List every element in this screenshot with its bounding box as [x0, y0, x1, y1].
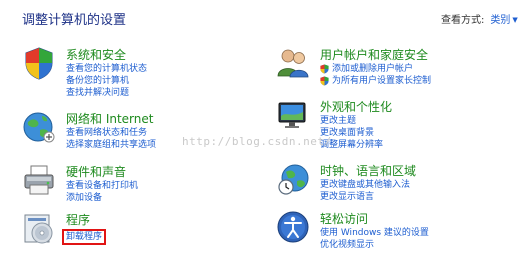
category-title[interactable]: 程序: [66, 211, 90, 228]
view-by-dropdown[interactable]: 类别: [490, 15, 510, 26]
printer-icon[interactable]: [22, 163, 56, 197]
uac-shield-icon: [320, 76, 329, 86]
link-add-device[interactable]: 添加设备: [66, 192, 138, 204]
category-title[interactable]: 外观和个性化: [320, 98, 392, 115]
chevron-down-icon[interactable]: ▼: [512, 16, 517, 24]
link-windows-recommended-settings[interactable]: 使用 Windows 建议的设置: [320, 227, 429, 239]
category-user-accounts: 用户帐户和家庭安全 添加或删除用户帐户 为所有用户设置家长控制: [276, 46, 516, 86]
link-view-devices-printers[interactable]: 查看设备和打印机: [66, 180, 138, 192]
link-homegroup-sharing[interactable]: 选择家庭组和共享选项: [66, 139, 156, 151]
category-ease-of-access: 轻松访问 使用 Windows 建议的设置 优化视频显示: [276, 210, 516, 250]
category-clock-language-region: 时钟、语言和区域 更改键盘或其他输入法 更改显示语言: [276, 162, 516, 202]
clock-globe-icon[interactable]: [276, 162, 310, 196]
link-change-display-language[interactable]: 更改显示语言: [320, 191, 410, 203]
category-title[interactable]: 轻松访问: [320, 210, 368, 227]
link-view-computer-status[interactable]: 查看您的计算机状态: [66, 63, 147, 75]
users-icon[interactable]: [276, 46, 310, 80]
category-title[interactable]: 网络和 Internet: [66, 110, 153, 127]
category-hardware-sound: 硬件和声音 查看设备和打印机 添加设备: [22, 163, 252, 203]
link-change-theme[interactable]: 更改主题: [320, 115, 383, 127]
link-label: 添加或删除用户帐户: [332, 64, 414, 74]
link-backup-computer[interactable]: 备份您的计算机: [66, 75, 147, 87]
watermark-text: http://blog.csdn.net/: [182, 135, 332, 148]
link-view-network-status[interactable]: 查看网络状态和任务: [66, 127, 156, 139]
globe-network-icon[interactable]: [22, 110, 56, 144]
category-programs: 程序 卸载程序: [22, 211, 252, 251]
monitor-icon[interactable]: [276, 98, 310, 132]
category-system-security: 系统和安全 查看您的计算机状态 备份您的计算机 查找并解决问题: [22, 46, 252, 99]
programs-disc-icon[interactable]: [22, 211, 56, 245]
uac-shield-icon: [320, 64, 329, 74]
category-title[interactable]: 硬件和声音: [66, 163, 126, 180]
category-title[interactable]: 用户帐户和家庭安全: [320, 46, 428, 63]
link-add-remove-accounts[interactable]: 添加或删除用户帐户: [320, 63, 431, 75]
page-title: 调整计算机的设置: [22, 13, 127, 28]
view-by-label: 查看方式:: [441, 15, 485, 26]
link-uninstall-program[interactable]: 卸载程序: [62, 229, 107, 245]
link-change-keyboard-input[interactable]: 更改键盘或其他输入法: [320, 179, 410, 191]
link-label: 为所有用户设置家长控制: [332, 76, 432, 86]
shield-icon[interactable]: [22, 46, 56, 80]
link-optimize-visual-display[interactable]: 优化视频显示: [320, 239, 429, 251]
link-parental-controls[interactable]: 为所有用户设置家长控制: [320, 75, 431, 87]
link-find-fix-problems[interactable]: 查找并解决问题: [66, 87, 147, 99]
view-by-control: 查看方式: 类别 ▼: [441, 11, 518, 26]
accessibility-icon[interactable]: [276, 210, 310, 244]
category-title[interactable]: 时钟、语言和区域: [320, 162, 416, 179]
category-title[interactable]: 系统和安全: [66, 46, 126, 63]
